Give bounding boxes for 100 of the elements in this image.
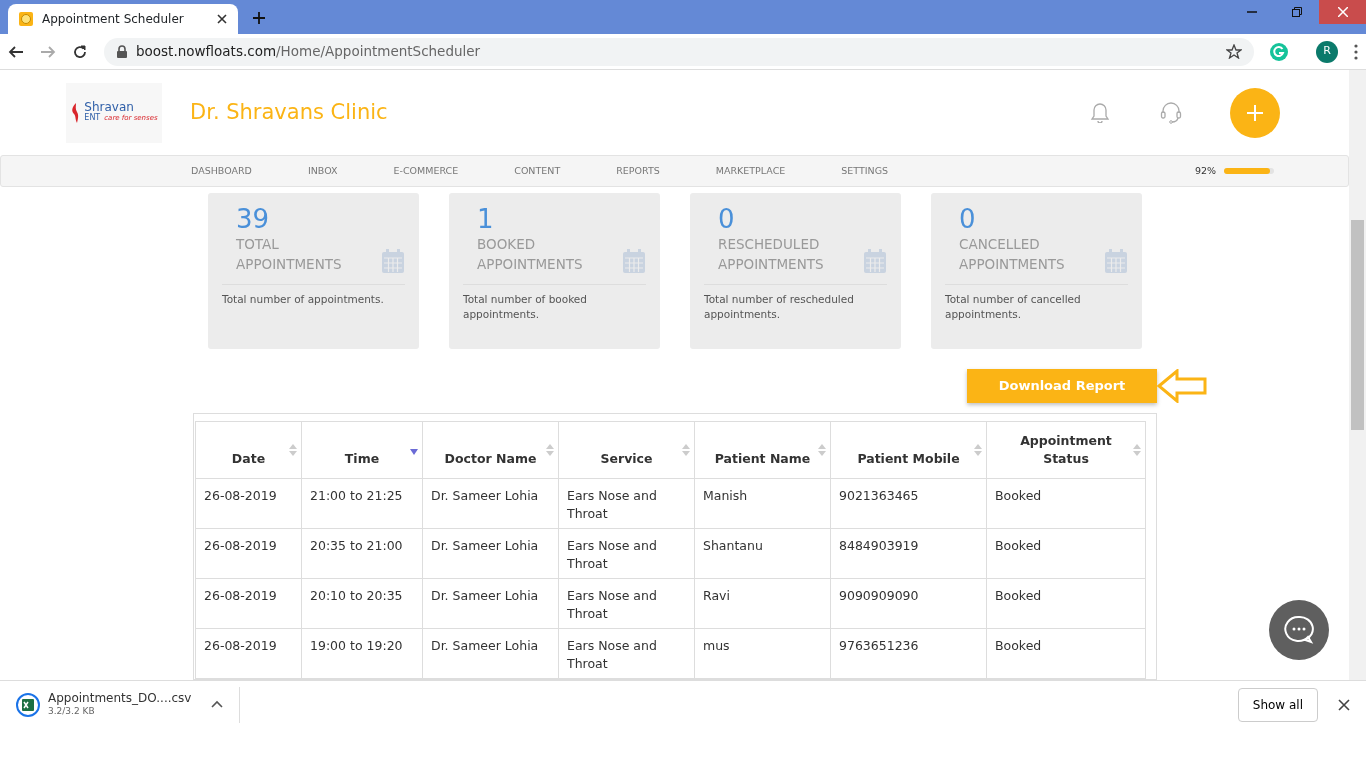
table-cell: Dr. Sameer Lohia [422,628,559,679]
table-cell: Ears Nose and Throat [558,478,695,529]
table-cell: 26-08-2019 [195,528,302,579]
nav-link[interactable]: DASHBOARD [191,163,252,179]
table-cell: 20:35 to 21:00 [301,528,423,579]
table-cell: 9763651236 [830,628,987,679]
stat-label: BOOKED [477,234,537,254]
menu-icon[interactable] [1354,43,1358,60]
pointing-arrow-icon [1157,369,1207,403]
column-header[interactable]: Date [195,421,302,479]
browser-tab[interactable]: Appointment Scheduler [8,4,238,34]
stat-label: APPOINTMENTS [477,254,584,274]
download-size: 3.2/3.2 KB [48,705,96,718]
download-item[interactable]: Appointments_DO....csv 3.2/3.2 KB [16,686,241,723]
chat-bubble-icon [1284,615,1314,645]
table-cell: Booked [986,478,1146,529]
stat-description: Total number of rescheduled appointments. [704,283,887,324]
table-cell: 8484903919 [830,528,987,579]
sort-icon[interactable] [546,444,554,456]
column-header[interactable]: Doctor Name [422,421,559,479]
logo-text: ENT [84,114,101,123]
table-cell: 21:00 to 21:25 [301,478,423,529]
table-cell: mus [694,628,831,679]
stat-label: APPOINTMENTS [718,254,825,274]
stat-count: 0 [959,205,977,234]
sort-icon[interactable] [818,444,826,456]
forward-icon[interactable] [40,43,56,60]
close-icon [1337,7,1348,17]
profile-avatar[interactable]: R [1316,40,1338,63]
sort-icon[interactable] [974,444,982,456]
table-cell: Dr. Sameer Lohia [422,578,559,629]
extension-icon[interactable] [1270,42,1288,61]
nav-link[interactable]: E-COMMERCE [393,163,459,179]
table-cell: 26-08-2019 [195,578,302,629]
calendar-icon [863,248,887,274]
table-cell: Booked [986,578,1146,629]
scrollbar-thumb[interactable] [1351,220,1364,430]
calendar-icon [1104,248,1128,274]
stat-description: Total number of cancelled appointments. [945,283,1128,324]
stat-label: TOTAL [236,234,280,254]
notification-bell-icon[interactable] [1090,102,1110,123]
close-button[interactable] [1319,0,1366,24]
nav-link[interactable]: INBOX [307,163,338,179]
sort-icon[interactable] [289,444,297,456]
table-cell: 9090909090 [830,578,987,629]
restore-icon [1291,7,1302,17]
stat-label: RESCHEDULED [718,234,821,254]
table-cell: Dr. Sameer Lohia [422,478,559,529]
stat-count: 39 [236,205,271,234]
spreadsheet-file-icon [16,692,40,717]
table-cell: 26-08-2019 [195,478,302,529]
table-cell: Dr. Sameer Lohia [422,528,559,579]
table-cell: Ears Nose and Throat [558,528,695,579]
address-bar[interactable]: boost.nowfloats.com/Home/AppointmentScheduler [104,37,1254,66]
plus-icon [1247,104,1263,121]
stat-label: APPOINTMENTS [236,254,343,274]
column-header[interactable]: Patient Mobile [830,421,987,479]
column-header[interactable]: Patient Name [694,421,831,479]
completion-percent: 92% [1194,163,1216,178]
star-icon[interactable] [1226,44,1242,59]
new-tab-icon[interactable] [252,11,266,25]
column-header[interactable]: Service [558,421,695,479]
tab-title: Appointment Scheduler [42,11,185,28]
clinic-name: Dr. Shravans Clinic [190,98,388,126]
calendar-icon [381,248,405,274]
sort-icon[interactable] [1133,444,1141,456]
nav-link[interactable]: REPORTS [616,163,660,179]
stat-count: 1 [477,205,495,234]
table-cell: 26-08-2019 [195,628,302,679]
caret-icon[interactable] [211,700,224,709]
favicon-icon [18,11,34,27]
table-cell: Booked [986,528,1146,579]
file-name: Appointments_DO....csv [48,690,192,705]
table-cell: 20:10 to 20:35 [301,578,423,629]
show-all-button[interactable]: Show all [1237,687,1318,722]
column-header[interactable]: Appointment Status [986,421,1146,479]
table-cell: Ears Nose and Throat [558,628,695,679]
chat-button[interactable] [1269,600,1329,660]
table-cell: Shantanu [694,528,831,579]
headset-icon[interactable] [1160,101,1182,124]
calendar-icon [622,248,646,274]
table-cell: Ears Nose and Throat [558,578,695,629]
sort-icon[interactable] [682,444,690,456]
nav-link[interactable]: CONTENT [514,163,561,179]
table-cell: Booked [986,628,1146,679]
nav-link[interactable]: SETTINGS [841,163,889,179]
table-cell: 19:00 to 19:20 [301,628,423,679]
back-icon[interactable] [8,43,24,60]
logo-text: Shravan [84,101,135,114]
add-button[interactable] [1230,87,1280,138]
stat-description: Total number of booked appointments. [463,283,646,324]
close-icon[interactable] [216,13,228,25]
table-cell: Manish [694,478,831,529]
lock-icon [116,44,128,59]
nav-link[interactable]: MARKETPLACE [715,163,786,179]
reload-icon[interactable] [72,43,88,60]
close-icon[interactable] [1338,698,1350,711]
table-cell: Ravi [694,578,831,629]
column-header[interactable]: Time [301,421,423,479]
url-text: boost.nowfloats.com/Home/AppointmentScheduler [136,42,482,62]
